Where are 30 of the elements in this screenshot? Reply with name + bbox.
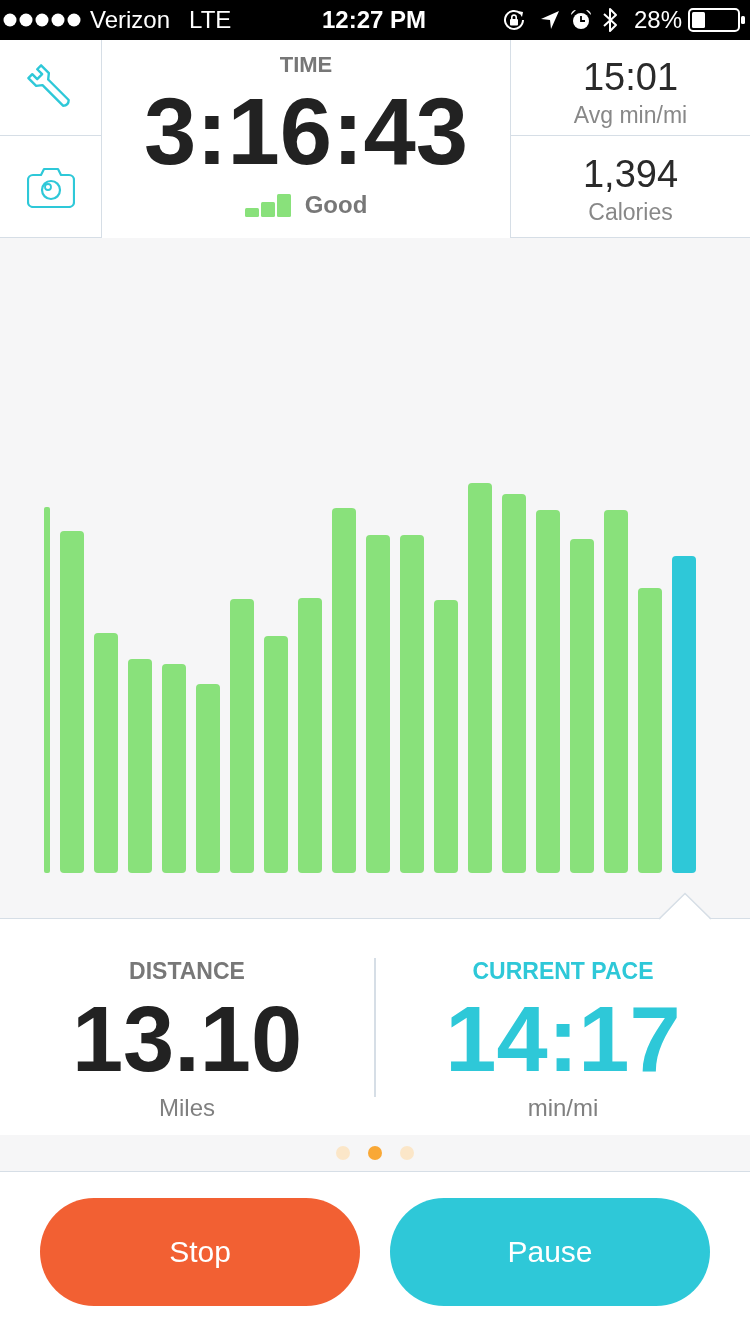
battery-icon [688, 8, 745, 32]
metric-value: 13.10 [71, 991, 303, 1087]
stat-value: 15:01 [582, 57, 679, 97]
signal-quality-label: Good [304, 191, 368, 219]
elapsed-time: 3:16:43 [144, 82, 468, 182]
metric-label: CURRENT PACE [472, 957, 654, 985]
page-indicator-dot[interactable] [336, 1146, 350, 1160]
location-arrow-icon [539, 10, 560, 30]
signal-bars-icon [244, 193, 291, 217]
time-label: TIME [279, 52, 333, 78]
stat-value: 1,394 [582, 154, 679, 194]
cellular-signal-icon [3, 13, 81, 27]
battery-percentage: 28% [633, 6, 682, 34]
stat-label: Avg min/mi [573, 102, 688, 128]
page-indicator-dot[interactable] [368, 1146, 382, 1160]
stop-button[interactable]: Stop [40, 1198, 360, 1306]
clock-time: 12:27 PM [321, 6, 427, 34]
bluetooth-icon [601, 7, 618, 33]
alarm-clock-icon [569, 9, 592, 31]
camera-icon[interactable] [26, 165, 75, 208]
metric-unit: Miles [159, 1094, 215, 1122]
network-type: LTE [189, 6, 232, 34]
metric-value: 14:17 [445, 991, 681, 1087]
rotation-lock-icon [501, 8, 526, 32]
metric-label: DISTANCE [129, 957, 245, 985]
page-indicator-dot[interactable] [400, 1146, 414, 1160]
pause-button[interactable]: Pause [390, 1198, 710, 1306]
carrier-name: Verizon [90, 6, 171, 34]
stat-label: Calories [588, 199, 673, 225]
metric-unit: min/mi [527, 1094, 599, 1122]
